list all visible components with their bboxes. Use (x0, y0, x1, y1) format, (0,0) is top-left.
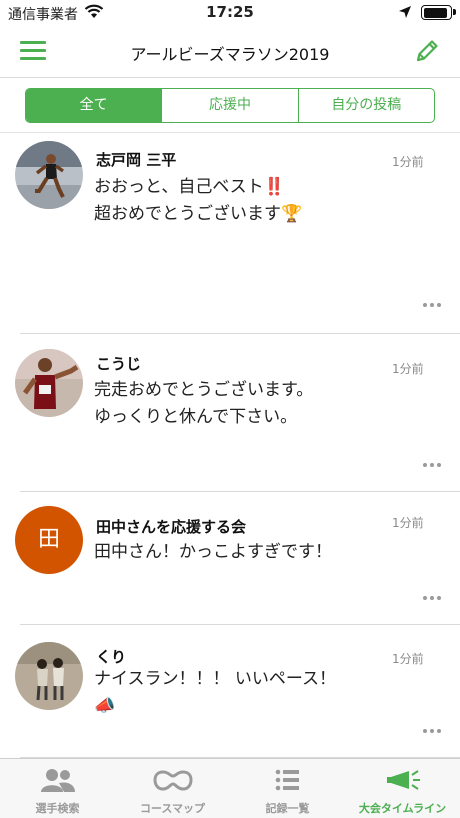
post-time: 1分前 (392, 155, 424, 169)
timeline-post[interactable]: こうじ 1分前 完走おめでとうございます。 ゆっくりと休んで下さい。 (0, 334, 460, 492)
tab-label: 記録一覧 (265, 802, 310, 815)
avatar[interactable] (15, 349, 83, 417)
tab-athlete-search[interactable]: 選手検索 (0, 759, 115, 818)
post-author: 田中さんを応援する会 (96, 518, 247, 536)
post-author: くり (96, 648, 127, 666)
tab-label: 選手検索 (35, 802, 80, 815)
pencil-icon[interactable] (414, 38, 440, 64)
post-message: 田中さん！かっこよすぎです！ (94, 542, 332, 562)
timeline-filter-tabs: 全て 応援中 自分の投稿 (25, 88, 435, 123)
people-icon (40, 769, 75, 792)
post-author: こうじ (96, 355, 142, 373)
runner-photo (15, 349, 83, 417)
course-map-icon (152, 770, 193, 791)
post-time: 1分前 (392, 516, 424, 530)
timeline-feed: 志戸岡 三平 1分前 おおっと、自己ベスト‼️ 超おめでとうございます🏆 こうじ… (0, 133, 460, 758)
navigation-bar: アールビーズマラソン2019 (0, 26, 460, 78)
avatar[interactable] (15, 642, 83, 710)
megaphone-icon (386, 770, 420, 790)
page-title: アールビーズマラソン2019 (130, 45, 330, 64)
tab-label: コースマップ (139, 802, 206, 815)
list-icon (275, 769, 299, 791)
post-time: 1分前 (392, 362, 424, 376)
tab-bar: 選手検索 コースマップ 記録一覧 大会タイムライン (0, 758, 460, 818)
tab-course-map[interactable]: コースマップ (115, 759, 230, 818)
more-options-icon[interactable] (423, 463, 441, 469)
battery-tip (453, 9, 456, 15)
segment-my-posts[interactable]: 自分の投稿 (297, 89, 434, 122)
tab-race-timeline[interactable]: 大会タイムライン (345, 759, 460, 818)
status-clock: 17:25 (206, 3, 254, 21)
post-message: おおっと、自己ベスト‼️ 超おめでとうございます🏆 (94, 177, 303, 224)
location-arrow-icon (399, 6, 411, 18)
couple-photo (15, 642, 83, 710)
timeline-post[interactable]: 志戸岡 三平 1分前 おおっと、自己ベスト‼️ 超おめでとうございます🏆 (0, 133, 460, 334)
post-message: 完走おめでとうございます。 ゆっくりと休んで下さい。 (94, 380, 314, 427)
status-bar: 通信事業者 17:25 (0, 0, 460, 26)
more-options-icon[interactable] (423, 596, 441, 602)
avatar[interactable]: 田 (15, 506, 83, 574)
more-options-icon[interactable] (423, 303, 441, 309)
post-time: 1分前 (392, 652, 424, 666)
segment-all[interactable]: 全て (26, 89, 162, 122)
more-options-icon[interactable] (423, 729, 441, 735)
segment-cheering[interactable]: 応援中 (161, 89, 297, 122)
avatar[interactable] (15, 141, 83, 209)
post-author: 志戸岡 三平 (96, 151, 177, 169)
timeline-post[interactable]: くり 1分前 ナイスラン！！！ いいペース！ 📣 (0, 625, 460, 758)
runner-photo (15, 141, 83, 209)
timeline-post[interactable]: 田 田中さんを応援する会 1分前 田中さん！かっこよすぎです！ (0, 492, 460, 625)
tab-records[interactable]: 記録一覧 (230, 759, 345, 818)
battery-icon (421, 5, 452, 20)
post-message: ナイスラン！！！ いいペース！ 📣 (94, 669, 337, 716)
tab-label: 大会タイムライン (358, 802, 447, 815)
